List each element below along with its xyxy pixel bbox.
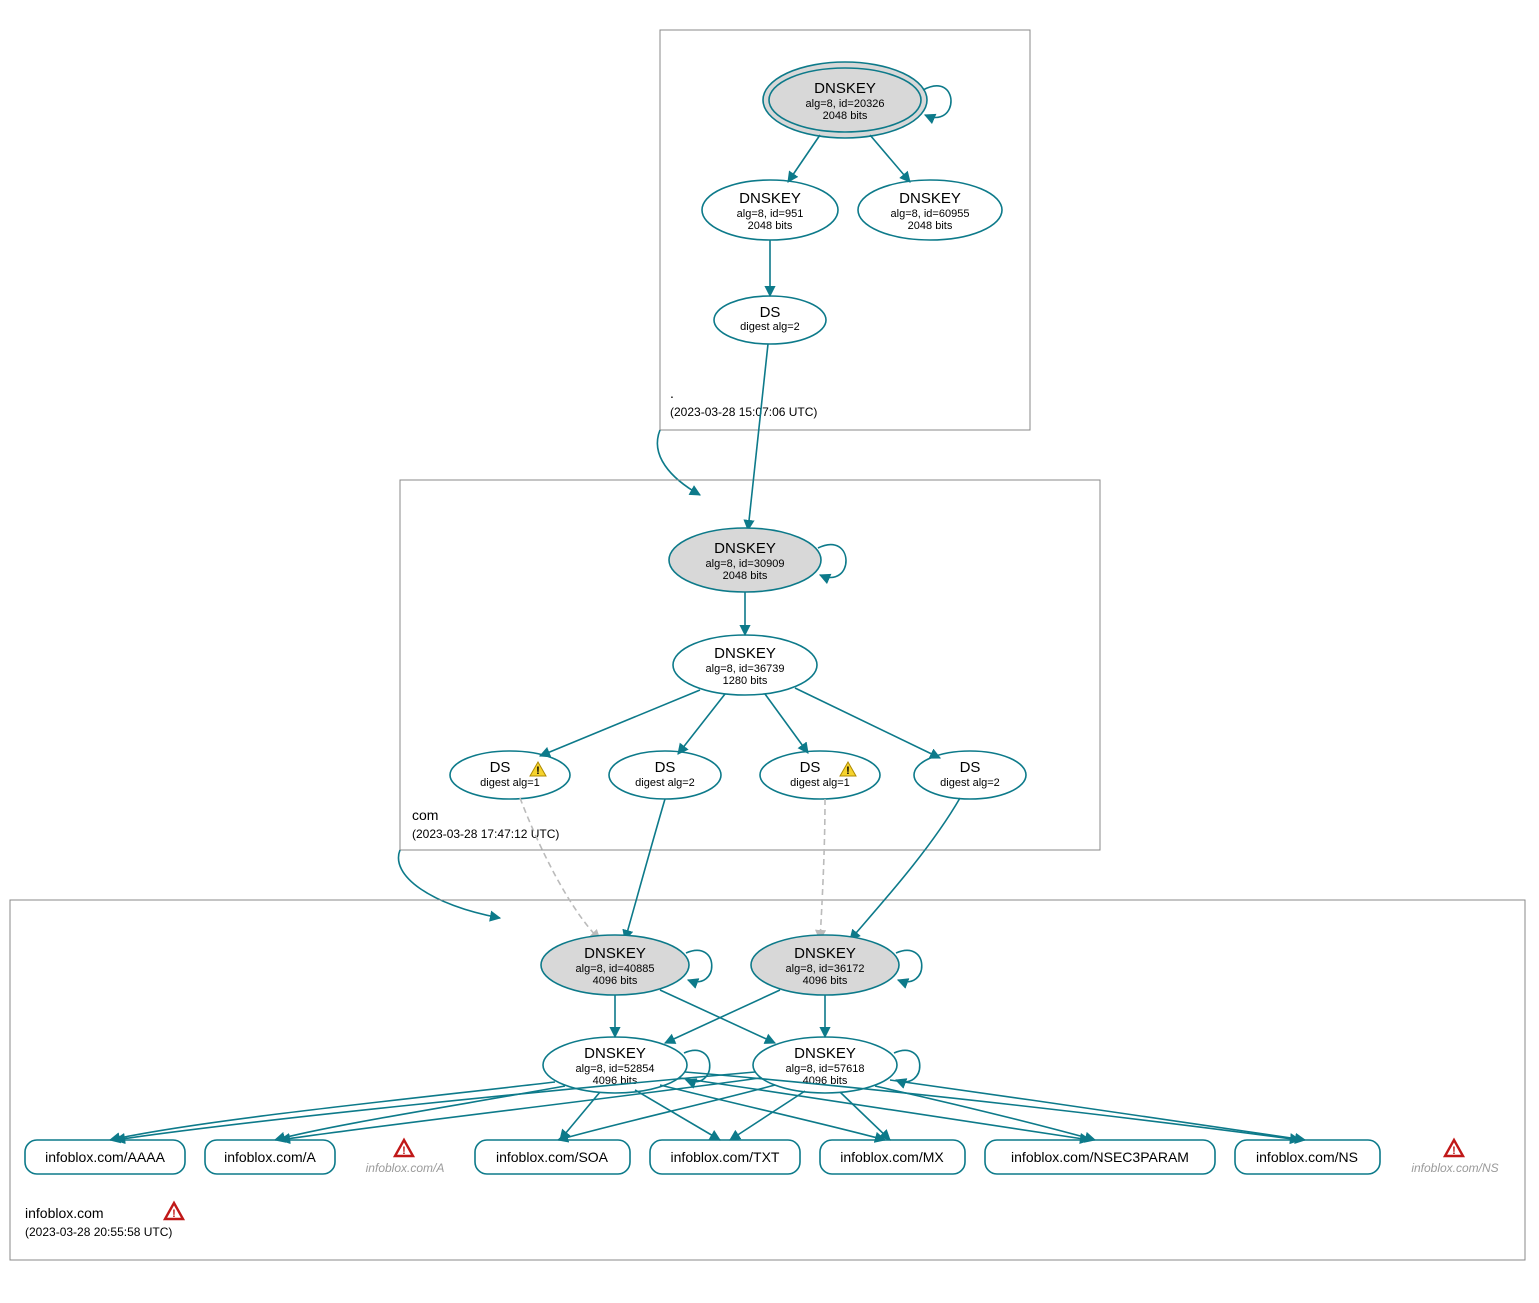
node-com-ksk: DNSKEY alg=8, id=30909 2048 bits: [669, 528, 821, 592]
edge-com-ds4-tksk2: [850, 798, 960, 940]
edge-com-zsk-ds1: [540, 690, 700, 756]
svg-text:2048 bits: 2048 bits: [823, 110, 868, 122]
zone-target: infoblox.com (2023-03-28 20:55:58 UTC) !…: [10, 798, 1525, 1260]
svg-text:digest alg=2: digest alg=2: [940, 777, 1000, 789]
rrset-a: infoblox.com/A: [205, 1140, 335, 1174]
node-com-ds3: DS digest alg=1 !: [760, 751, 880, 799]
svg-text:alg=8, id=36739: alg=8, id=36739: [706, 663, 785, 675]
edge-zone-root-to-com: [657, 430, 700, 495]
node-root-ksk: DNSKEY alg=8, id=20326 2048 bits: [763, 62, 927, 138]
svg-text:alg=8, id=36172: alg=8, id=36172: [786, 963, 865, 975]
rrset-ns: infoblox.com/NS: [1235, 1140, 1380, 1174]
node-com-ds1: DS digest alg=1 !: [450, 751, 570, 799]
svg-text:infoblox.com/AAAA: infoblox.com/AAAA: [45, 1149, 165, 1165]
svg-text:1280 bits: 1280 bits: [723, 675, 768, 687]
ghost-ns: ! infoblox.com/NS: [1411, 1140, 1498, 1175]
svg-text:DS: DS: [655, 759, 676, 776]
svg-text:infoblox.com/TXT: infoblox.com/TXT: [671, 1149, 780, 1165]
edge-com-ds3-tksk2: [820, 799, 825, 940]
svg-text:alg=8, id=20326: alg=8, id=20326: [806, 98, 885, 110]
svg-text:DNSKEY: DNSKEY: [739, 190, 801, 207]
svg-text:infoblox.com/SOA: infoblox.com/SOA: [496, 1149, 609, 1165]
svg-text:infoblox.com/NSEC3PARAM: infoblox.com/NSEC3PARAM: [1011, 1149, 1189, 1165]
svg-text:DNSKEY: DNSKEY: [794, 1045, 856, 1062]
rrset-aaaa: infoblox.com/AAAA: [25, 1140, 185, 1174]
svg-text:alg=8, id=951: alg=8, id=951: [737, 208, 804, 220]
svg-text:infoblox.com/NS: infoblox.com/NS: [1256, 1149, 1358, 1165]
node-com-ds4: DS digest alg=2: [914, 751, 1026, 799]
node-root-zsk1: DNSKEY alg=8, id=951 2048 bits: [702, 180, 838, 240]
svg-text:infoblox.com/NS: infoblox.com/NS: [1411, 1161, 1498, 1175]
edge-root-ksk-zsk1: [788, 135, 820, 182]
svg-text:DS: DS: [960, 759, 981, 776]
edge-com-zsk-ds3: [765, 694, 808, 753]
zone-root: . (2023-03-28 15:07:06 UTC) DNSKEY alg=8…: [660, 30, 1030, 430]
svg-text:DS: DS: [490, 759, 511, 776]
svg-text:alg=8, id=52854: alg=8, id=52854: [576, 1063, 655, 1075]
svg-text:DNSKEY: DNSKEY: [899, 190, 961, 207]
svg-text:alg=8, id=40885: alg=8, id=40885: [576, 963, 655, 975]
dnssec-auth-graph: . (2023-03-28 15:07:06 UTC) DNSKEY alg=8…: [0, 0, 1539, 1303]
svg-text:2048 bits: 2048 bits: [723, 570, 768, 582]
svg-text:2048 bits: 2048 bits: [748, 220, 793, 232]
svg-text:DNSKEY: DNSKEY: [714, 540, 776, 557]
node-root-zsk2: DNSKEY alg=8, id=60955 2048 bits: [858, 180, 1002, 240]
svg-text:alg=8, id=30909: alg=8, id=30909: [706, 558, 785, 570]
edge-com-zsk-ds2: [678, 694, 725, 754]
zone-com: com (2023-03-28 17:47:12 UTC) DNSKEY alg…: [400, 344, 1100, 850]
svg-text:infoblox.com/MX: infoblox.com/MX: [840, 1149, 944, 1165]
rrset-nsec3: infoblox.com/NSEC3PARAM: [985, 1140, 1215, 1174]
zone-root-name: .: [670, 385, 674, 401]
edge-com-ds2-tksk1: [625, 799, 665, 940]
svg-text:digest alg=2: digest alg=2: [740, 321, 800, 333]
rrset-txt: infoblox.com/TXT: [650, 1140, 800, 1174]
edge-com-ds1-tksk1: [520, 798, 600, 940]
zone-com-name: com: [412, 807, 438, 823]
zone-root-timestamp: (2023-03-28 15:07:06 UTC): [670, 405, 817, 419]
svg-text:DNSKEY: DNSKEY: [794, 945, 856, 962]
edge-tksk1-self: [686, 950, 712, 981]
edge-root-ds-to-com-ksk: [748, 344, 768, 530]
svg-text:DS: DS: [800, 759, 821, 776]
svg-text:!: !: [536, 765, 540, 777]
zone-target-name: infoblox.com: [25, 1205, 104, 1221]
svg-text:4096 bits: 4096 bits: [803, 975, 848, 987]
svg-text:!: !: [1452, 1145, 1456, 1157]
error-icon: !: [165, 1203, 183, 1220]
svg-text:DNSKEY: DNSKEY: [714, 645, 776, 662]
svg-text:!: !: [402, 1145, 406, 1157]
svg-text:infoblox.com/A: infoblox.com/A: [366, 1161, 445, 1175]
edge-root-ksk-zsk2: [870, 135, 910, 182]
node-com-zsk: DNSKEY alg=8, id=36739 1280 bits: [673, 635, 817, 695]
edge-com-ksk-self: [818, 545, 846, 578]
svg-text:alg=8, id=60955: alg=8, id=60955: [891, 208, 970, 220]
rrset-mx: infoblox.com/MX: [820, 1140, 965, 1174]
svg-text:!: !: [172, 1208, 176, 1220]
edge-tksk2-self: [896, 950, 922, 981]
node-target-ksk2: DNSKEY alg=8, id=36172 4096 bits: [751, 935, 899, 995]
svg-text:DNSKEY: DNSKEY: [584, 945, 646, 962]
svg-text:DNSKEY: DNSKEY: [584, 1045, 646, 1062]
svg-text:DS: DS: [760, 304, 781, 321]
ghost-a: ! infoblox.com/A: [366, 1140, 445, 1175]
edge-tksk1-tzsk2: [660, 990, 775, 1043]
zone-target-timestamp: (2023-03-28 20:55:58 UTC): [25, 1225, 172, 1239]
svg-text:DNSKEY: DNSKEY: [814, 80, 876, 97]
svg-text:alg=8, id=57618: alg=8, id=57618: [786, 1063, 865, 1075]
edge-tzsk2-self: [894, 1050, 920, 1081]
svg-text:!: !: [846, 765, 850, 777]
svg-text:digest alg=1: digest alg=1: [790, 777, 850, 789]
node-target-ksk1: DNSKEY alg=8, id=40885 4096 bits: [541, 935, 689, 995]
svg-text:digest alg=2: digest alg=2: [635, 777, 695, 789]
node-com-ds2: DS digest alg=2: [609, 751, 721, 799]
svg-text:infoblox.com/A: infoblox.com/A: [224, 1149, 316, 1165]
edge-zone-com-to-target: [398, 850, 500, 918]
edge-tksk2-tzsk1: [665, 990, 780, 1043]
rrset-soa: infoblox.com/SOA: [475, 1140, 630, 1174]
node-root-ds: DS digest alg=2: [714, 296, 826, 344]
svg-text:digest alg=1: digest alg=1: [480, 777, 540, 789]
svg-text:2048 bits: 2048 bits: [908, 220, 953, 232]
edge-com-zsk-ds4: [795, 688, 940, 758]
svg-text:4096 bits: 4096 bits: [593, 975, 638, 987]
